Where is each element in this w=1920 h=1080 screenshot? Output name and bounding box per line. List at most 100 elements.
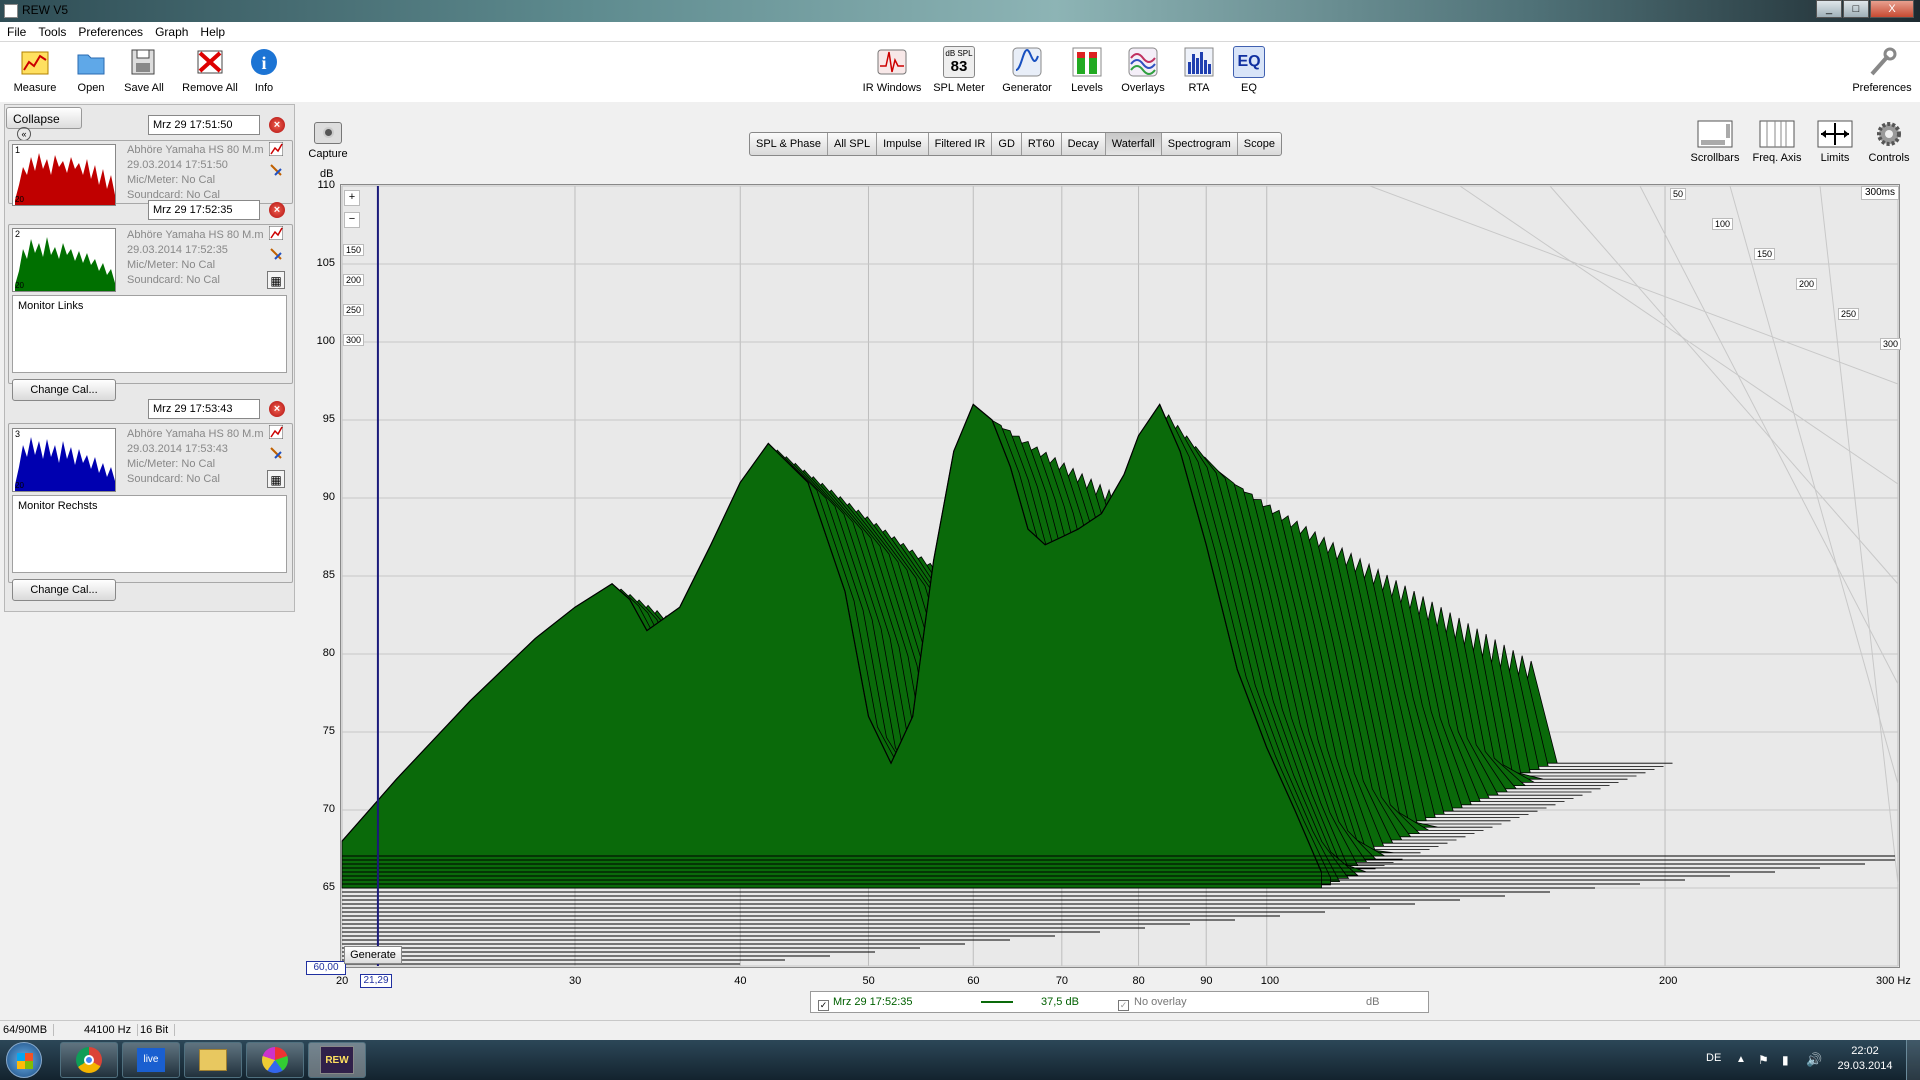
measurement-number-3: 3	[15, 429, 21, 439]
capture-label: Capture	[308, 148, 348, 160]
y-tick-label: 80	[322, 647, 335, 659]
measurement-number-1: 1	[15, 145, 21, 155]
remove-icon	[194, 46, 226, 78]
start-button[interactable]	[6, 1042, 42, 1078]
measurement-thumbnail-3[interactable]: 3 20	[12, 428, 116, 492]
chart-icon-2[interactable]	[267, 225, 285, 244]
generator-button[interactable]: Generator	[995, 46, 1059, 94]
menu-help[interactable]: Help	[193, 22, 230, 39]
tab-decay[interactable]: Decay	[1062, 133, 1106, 155]
limits-label: Limits	[1820, 152, 1850, 164]
measurement-name-input-3[interactable]: Mrz 29 17:53:43	[148, 399, 260, 419]
clock[interactable]: 22:02 29.03.2014	[1835, 1044, 1895, 1074]
scrollbars-button[interactable]: Scrollbars	[1685, 120, 1745, 164]
taskbar-paint[interactable]	[246, 1042, 304, 1078]
tab-spl-phase[interactable]: SPL & Phase	[750, 133, 829, 155]
ir-windows-button[interactable]: IR Windows	[860, 46, 924, 94]
measure-button[interactable]: Measure	[3, 46, 67, 94]
x-tick-label: 50	[862, 975, 875, 987]
minimize-button[interactable]: _	[1816, 0, 1842, 18]
spl-meter-button[interactable]: dB SPL 83 SPL Meter	[927, 46, 991, 94]
x-cursor-readout[interactable]: 21,29	[360, 974, 392, 988]
measurement-notes-2[interactable]: Monitor Links	[12, 295, 287, 373]
chart-icon-1[interactable]	[267, 141, 285, 160]
menu-tools[interactable]: Tools	[31, 22, 71, 39]
tab-scope[interactable]: Scope	[1238, 133, 1281, 155]
chart-icon-3[interactable]	[267, 424, 285, 443]
eq-button[interactable]: EQ EQ	[1217, 46, 1281, 94]
menu-file[interactable]: File	[0, 22, 31, 39]
toolbar: Measure Open Save All Remove All i Info …	[0, 42, 1920, 102]
info-button[interactable]: i Info	[232, 46, 296, 94]
generate-button[interactable]: Generate	[344, 946, 402, 964]
freq-axis-button[interactable]: Freq. Axis	[1747, 120, 1807, 164]
measurement-info-3: Abhöre Yamaha HS 80 M.m 29.03.2014 17:53…	[127, 427, 264, 487]
y-tick-label: 85	[322, 569, 335, 581]
remove-measurement-icon-3[interactable]: ×	[269, 401, 285, 417]
zoom-out-icon[interactable]: −	[344, 212, 360, 228]
waterfall-graph[interactable]	[340, 184, 1900, 968]
taskbar-explorer[interactable]	[184, 1042, 242, 1078]
collapse-label: Collapse	[13, 112, 60, 126]
flag-icon[interactable]: ⚑	[1758, 1053, 1769, 1067]
change-cal-button-2[interactable]: Change Cal...	[12, 379, 116, 401]
legend-measurement-name: Mrz 29 17:52:35	[833, 996, 913, 1008]
save-all-button[interactable]: Save All	[112, 46, 176, 94]
maximize-button[interactable]: □	[1843, 0, 1869, 18]
tab-gd[interactable]: GD	[992, 133, 1022, 155]
collapse-button[interactable]: Collapse «	[6, 107, 82, 141]
taskbar-live[interactable]: live	[122, 1042, 180, 1078]
measurement-name-input-1[interactable]: Mrz 29 17:51:50	[148, 115, 260, 135]
thumbnail-axis-label-1: 20	[15, 195, 24, 204]
freq-axis-icon	[1759, 120, 1795, 148]
language-indicator[interactable]: DE	[1706, 1052, 1721, 1064]
show-desktop-button[interactable]	[1906, 1040, 1920, 1080]
soundcard-cal-icon-3[interactable]: ▦	[267, 470, 285, 488]
mic-cal-icon-1[interactable]	[267, 163, 285, 181]
change-cal-button-3[interactable]: Change Cal...	[12, 579, 116, 601]
open-label: Open	[77, 82, 105, 94]
tab-impulse[interactable]: Impulse	[877, 133, 929, 155]
controls-button[interactable]: Controls	[1859, 120, 1919, 164]
overlays-button[interactable]: Overlays	[1111, 46, 1175, 94]
y-tick-label: 100	[316, 335, 335, 347]
mic-cal-icon-3[interactable]	[267, 446, 285, 464]
spl-meter-value: 83	[950, 58, 968, 75]
zoom-in-icon[interactable]: +	[344, 190, 360, 206]
preferences-button[interactable]: Preferences	[1846, 46, 1918, 94]
levels-button[interactable]: Levels	[1055, 46, 1119, 94]
tab-waterfall[interactable]: Waterfall	[1105, 133, 1162, 155]
graph-tabs: SPL & Phase All SPL Impulse Filtered IR …	[749, 132, 1282, 156]
taskbar-chrome[interactable]	[60, 1042, 118, 1078]
volume-icon[interactable]: 🔊	[1806, 1052, 1822, 1068]
measurement-thumbnail-1[interactable]: 1 20	[12, 144, 116, 206]
tab-filtered-ir[interactable]: Filtered IR	[929, 133, 993, 155]
wrench-icon	[1866, 46, 1898, 78]
limits-button[interactable]: Limits	[1805, 120, 1865, 164]
remove-measurement-icon-1[interactable]: ×	[269, 117, 285, 133]
generator-icon	[1011, 46, 1043, 78]
capture-button[interactable]: Capture	[306, 122, 350, 160]
y-tick-label: 70	[322, 803, 335, 815]
measurement-name-input-2[interactable]: Mrz 29 17:52:35	[148, 200, 260, 220]
remove-measurement-icon-2[interactable]: ×	[269, 202, 285, 218]
measurement-thumbnail-2[interactable]: 2 20	[12, 228, 116, 292]
soundcard-cal-icon-2[interactable]: ▦	[267, 271, 285, 289]
mic-cal-icon-2[interactable]	[267, 247, 285, 265]
tab-rt60[interactable]: RT60	[1022, 133, 1062, 155]
measurement-notes-3[interactable]: Monitor Rechsts	[12, 495, 287, 573]
taskbar-rew[interactable]: REW	[308, 1042, 366, 1078]
tray-arrow-icon[interactable]: ▲	[1736, 1054, 1746, 1065]
network-icon[interactable]: ▮	[1782, 1053, 1789, 1067]
y-min-readout[interactable]: 60,00	[306, 961, 346, 975]
time-tick-label: 200	[1796, 278, 1818, 290]
x-tick-label: 70	[1055, 975, 1069, 987]
measurement-info-2: Abhöre Yamaha HS 80 M.m 29.03.2014 17:52…	[127, 228, 264, 288]
tab-spectrogram[interactable]: Spectrogram	[1162, 133, 1238, 155]
menu-graph[interactable]: Graph	[148, 22, 193, 39]
scrollbars-label: Scrollbars	[1690, 152, 1740, 164]
rew-icon: REW	[320, 1046, 354, 1074]
close-button[interactable]: X	[1870, 0, 1914, 18]
menu-preferences[interactable]: Preferences	[71, 22, 148, 39]
tab-all-spl[interactable]: All SPL	[828, 133, 878, 155]
